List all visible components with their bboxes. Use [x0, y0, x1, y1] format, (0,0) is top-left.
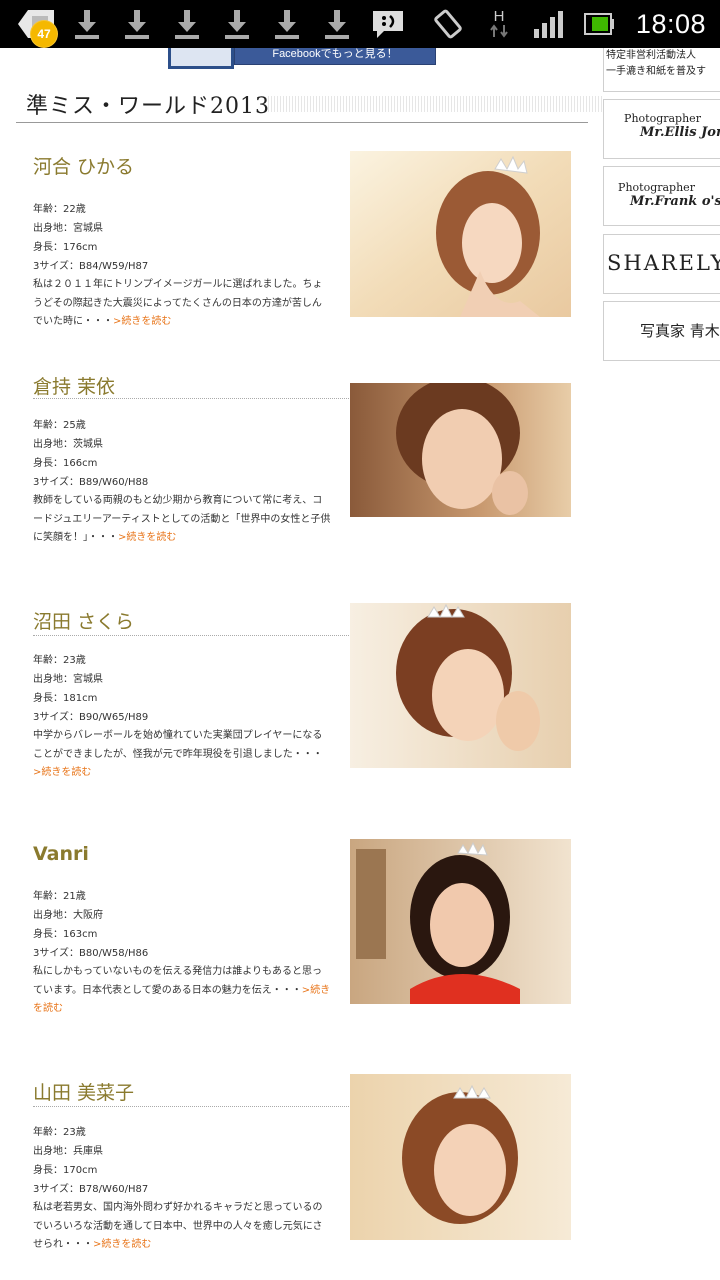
- photographer-name: Mr.Frank o's: [630, 194, 720, 209]
- description-text: 私にしかもっていないものを伝える発信力は誰よりもあると思っています。日本代表とし…: [33, 966, 322, 996]
- hometown: 出身地：宮城県: [33, 674, 103, 685]
- section-title: 準ミス・ワールド2013: [26, 94, 270, 119]
- download-icon: [324, 6, 350, 42]
- height: 身長：166cm: [33, 458, 98, 469]
- signal-strength-icon: [532, 6, 566, 42]
- contestant-description: 私は老若男女、国内海外問わず好かれるキャラだと思っているのでいろいろな活動を通し…: [33, 1199, 331, 1255]
- contestant-name[interactable]: 沼田 さくら: [33, 607, 134, 634]
- screen-rotation-icon: [432, 6, 464, 42]
- clock: 18:08: [635, 9, 706, 39]
- hometown: 出身地：宮城県: [33, 223, 103, 234]
- contestant-photo[interactable]: [350, 839, 571, 1004]
- height: 身長：163cm: [33, 929, 98, 940]
- measurements: 3サイズ：B78/W60/H87: [33, 1184, 149, 1195]
- sidebar-banner-sharely[interactable]: SHARELY: [603, 234, 720, 294]
- notification-count-badge: 47: [30, 20, 58, 48]
- contestant-profile: 年齢：21歳 出身地：大阪府 身長：163cm 3サイズ：B80/W58/H86: [33, 887, 333, 963]
- age: 年齢：23歳: [33, 1127, 86, 1138]
- download-icon: [224, 6, 250, 42]
- sidebar-npo-line1: 特定非営利活動法人: [606, 50, 696, 61]
- measurements: 3サイズ：B89/W60/H88: [33, 477, 149, 488]
- read-more-link[interactable]: >続きを読む: [33, 767, 91, 778]
- contestant-name[interactable]: 河合 ひかる: [33, 152, 134, 179]
- sidebar-banner-npo[interactable]: 特定非営利活動法人 一手漉き和紙を普及す: [603, 48, 720, 92]
- contestant-profile: 年齢：25歳 出身地：茨城県 身長：166cm 3サイズ：B89/W60/H88: [33, 416, 333, 492]
- contestant-photo[interactable]: [350, 151, 571, 317]
- contestant-description: 私は２０１１年にトリンプイメージガールに選ばれました。ちょうどその際起きた大震災…: [33, 276, 331, 332]
- description-text: 教師をしている両親のもと幼少期から教育について常に考え、コードジュエリーアーティ…: [33, 495, 331, 543]
- download-icon: [74, 6, 100, 42]
- age: 年齢：25歳: [33, 420, 86, 431]
- measurements: 3サイズ：B80/W58/H86: [33, 948, 149, 959]
- age: 年齢：21歳: [33, 891, 86, 902]
- facebook-more-button[interactable]: Facebookでもっと見る！: [234, 48, 436, 65]
- contestant-profile: 年齢：23歳 出身地：兵庫県 身長：170cm 3サイズ：B78/W60/H87: [33, 1123, 333, 1199]
- chat-bubble-icon: [370, 6, 406, 42]
- measurements: 3サイズ：B90/W65/H89: [33, 712, 149, 723]
- photographer-label: Photographer: [624, 112, 701, 125]
- network-type-icon: H: [486, 6, 512, 42]
- photographer-label: Photographer: [618, 181, 695, 194]
- sharely-logo-text: SHARELY: [607, 251, 720, 275]
- hometown: 出身地：兵庫県: [33, 1146, 103, 1157]
- age: 年齢：23歳: [33, 655, 86, 666]
- read-more-link[interactable]: >続きを読む: [93, 1239, 151, 1250]
- contestant-description: 教師をしている両親のもと幼少期から教育について常に考え、コードジュエリーアーティ…: [33, 492, 331, 548]
- description-text: 中学からバレーボールを始め憧れていた実業団プレイヤーになることができましたが、怪…: [33, 730, 323, 760]
- measurements: 3サイズ：B84/W59/H87: [33, 261, 149, 272]
- section-heading: 準ミス・ワールド2013: [16, 86, 602, 123]
- sidebar-npo-line2: 一手漉き和紙を普及す: [606, 66, 706, 77]
- sidebar-banner-aoki[interactable]: 写真家 青木: [603, 301, 720, 361]
- status-bar: 47 H 18:08: [0, 0, 720, 48]
- contestant-name[interactable]: 山田 美菜子: [33, 1078, 134, 1105]
- name-underline: [33, 1106, 349, 1107]
- download-icon: [174, 6, 200, 42]
- facebook-logo-box[interactable]: [168, 48, 234, 69]
- network-type-label: H: [493, 8, 505, 25]
- section-title-decoration: [268, 96, 602, 112]
- contestant-name[interactable]: 倉持 茉依: [33, 372, 115, 399]
- read-more-link[interactable]: >続きを読む: [118, 532, 176, 543]
- battery-icon: [582, 6, 616, 42]
- contestant-profile: 年齢：22歳 出身地：宮城県 身長：176cm 3サイズ：B84/W59/H87: [33, 200, 333, 276]
- download-icon: [124, 6, 150, 42]
- contestant-profile: 年齢：23歳 出身地：宮城県 身長：181cm 3サイズ：B90/W65/H89: [33, 651, 333, 727]
- description-text: 私は老若男女、国内海外問わず好かれるキャラだと思っているのでいろいろな活動を通し…: [33, 1202, 323, 1250]
- height: 身長：170cm: [33, 1165, 98, 1176]
- name-underline: [33, 635, 349, 636]
- read-more-link[interactable]: >続きを読む: [113, 316, 171, 327]
- hometown: 出身地：大阪府: [33, 910, 103, 921]
- contestant-photo[interactable]: [350, 1074, 571, 1240]
- contestant-description: 私にしかもっていないものを伝える発信力は誰よりもあると思っています。日本代表とし…: [33, 963, 331, 1019]
- height: 身長：176cm: [33, 242, 98, 253]
- height: 身長：181cm: [33, 693, 98, 704]
- download-icon: [274, 6, 300, 42]
- description-text: 私は２０１１年にトリンプイメージガールに選ばれました。ちょうどその際起きた大震災…: [33, 279, 323, 327]
- name-underline: [33, 398, 349, 399]
- contestant-photo[interactable]: [350, 383, 571, 517]
- contestant-description: 中学からバレーボールを始め憧れていた実業団プレイヤーになることができましたが、怪…: [33, 727, 331, 783]
- contestant-photo[interactable]: [350, 603, 571, 768]
- contestant-name[interactable]: Vanri: [33, 843, 89, 865]
- photographer-name: Mr.Ellis Jon: [640, 125, 720, 140]
- sidebar-banner-ellis[interactable]: Photographer Mr.Ellis Jon: [603, 99, 720, 159]
- hometown: 出身地：茨城県: [33, 439, 103, 450]
- photographer-aoki-text: 写真家 青木: [640, 322, 720, 340]
- sidebar-banner-frank[interactable]: Photographer Mr.Frank o's: [603, 166, 720, 226]
- age: 年齢：22歳: [33, 204, 86, 215]
